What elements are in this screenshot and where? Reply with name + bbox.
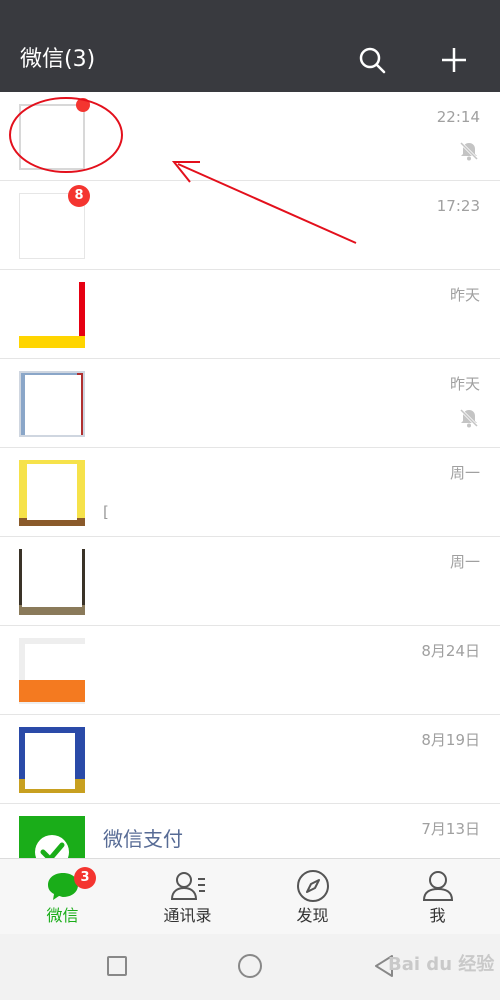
- tab-me[interactable]: 我: [375, 859, 500, 935]
- title-bar: 微信(3): [0, 0, 500, 92]
- avatar: [19, 371, 85, 437]
- avatar: [19, 638, 85, 704]
- chat-row[interactable]: 22:14: [0, 92, 500, 181]
- watermark: Bai du 经验: [388, 954, 495, 975]
- unread-badge: 8: [68, 185, 90, 207]
- tab-label: 微信: [46, 906, 79, 925]
- compass-icon: [295, 869, 331, 903]
- chat-time: 22:14: [436, 108, 480, 126]
- chat-time: 8月19日: [421, 731, 480, 749]
- chat-time: 周一: [449, 464, 480, 482]
- plus-icon[interactable]: [438, 44, 470, 76]
- search-icon[interactable]: [356, 44, 388, 76]
- tab-label: 我: [429, 906, 446, 925]
- tab-chats[interactable]: 3 微信: [0, 859, 125, 935]
- tab-bar: 3 微信 通讯录 发现 我: [0, 858, 500, 934]
- tab-discover[interactable]: 发现: [250, 859, 375, 935]
- chat-row[interactable]: 8月19日: [0, 715, 500, 804]
- tab-label: 发现: [296, 906, 329, 925]
- chat-row[interactable]: 8 17:23: [0, 181, 500, 270]
- chat-row[interactable]: [ 周一: [0, 448, 500, 537]
- chat-row-wechat-pay[interactable]: 微信支付 7月13日: [0, 804, 500, 858]
- chat-list: 22:14 8 17:23 昨天 昨天 [周一 周一 8月24日 8月19日 …: [0, 92, 500, 858]
- chat-time: 昨天: [449, 375, 480, 393]
- chat-row[interactable]: 昨天: [0, 359, 500, 448]
- chat-time: 8月24日: [421, 642, 480, 660]
- chat-time: 17:23: [436, 197, 480, 215]
- avatar: [19, 460, 85, 526]
- page-title: 微信(3): [20, 47, 96, 72]
- tab-label: 通讯录: [163, 906, 212, 925]
- chat-preview: [: [103, 503, 109, 521]
- contacts-icon: [170, 869, 206, 903]
- avatar: [19, 727, 85, 793]
- avatar: [19, 549, 85, 615]
- tab-contacts[interactable]: 通讯录: [125, 859, 250, 935]
- avatar: [19, 282, 85, 348]
- mute-bell-icon: [458, 407, 480, 429]
- chat-time: 昨天: [449, 286, 480, 304]
- circle-icon[interactable]: [238, 954, 262, 978]
- chat-time: 周一: [449, 553, 480, 571]
- square-icon[interactable]: [107, 956, 127, 976]
- chat-name: 微信支付: [103, 827, 183, 851]
- person-icon: [420, 869, 456, 903]
- chat-time: 7月13日: [421, 820, 480, 838]
- chat-row[interactable]: 昨天: [0, 270, 500, 359]
- chat-row[interactable]: 8月24日: [0, 626, 500, 715]
- wechat-pay-logo-icon: [19, 816, 85, 858]
- avatar: [19, 104, 85, 170]
- unread-dot: [76, 98, 90, 112]
- tab-unread-badge: 3: [74, 867, 96, 889]
- chat-row[interactable]: 周一: [0, 537, 500, 626]
- mute-bell-icon: [458, 140, 480, 162]
